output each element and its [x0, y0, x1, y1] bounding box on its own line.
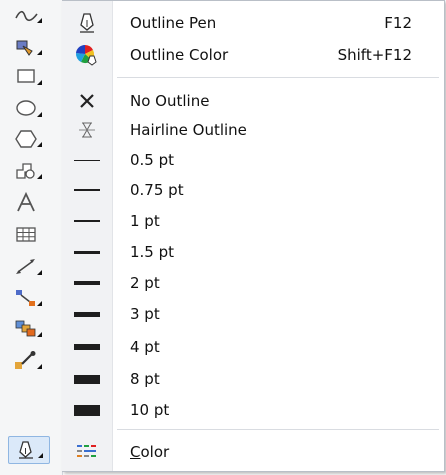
menu-item-color[interactable]: Color [62, 437, 444, 467]
line-width-swatch [74, 344, 100, 350]
connector-tool-icon[interactable] [8, 285, 48, 311]
outline-flyout-menu: Outline Pen F12 Outline Color Shift+F12 … [62, 0, 445, 472]
menu-item-outline-color[interactable]: Outline Color Shift+F12 [62, 40, 444, 70]
menu-item-label: 2 pt [130, 274, 160, 292]
line-width-swatch [74, 250, 100, 254]
menu-item-width-4[interactable]: 4 pt [62, 332, 444, 362]
rectangle-tool-icon[interactable] [8, 64, 48, 90]
menu-separator [117, 429, 439, 430]
color-docker-icon [62, 437, 112, 467]
menu-separator [117, 77, 439, 78]
menu-item-label: 1 pt [130, 212, 160, 230]
line-width-swatch [74, 374, 100, 384]
menu-item-width-1-5[interactable]: 1.5 pt [62, 237, 444, 267]
hairline-outline-icon [62, 115, 112, 145]
menu-item-label: Outline Color [130, 46, 229, 64]
menu-item-label: 0.5 pt [130, 151, 175, 169]
outline-color-icon [62, 40, 112, 70]
menu-item-label: Hairline Outline [130, 121, 247, 139]
menu-item-label-rest: olor [140, 443, 170, 461]
menu-item-width-2[interactable]: 2 pt [62, 268, 444, 298]
menu-item-label: 3 pt [130, 305, 160, 323]
line-width-swatch [74, 311, 100, 317]
outline-pen-tool-icon[interactable] [8, 436, 50, 464]
line-width-swatch [74, 159, 100, 161]
line-width-swatch [74, 220, 100, 222]
menu-item-shortcut: Shift+F12 [337, 46, 412, 64]
line-width-swatch [74, 281, 100, 285]
menu-item-label: Outline Pen [130, 14, 217, 32]
line-width-swatch [74, 189, 100, 191]
menu-item-width-8[interactable]: 8 pt [62, 364, 444, 394]
mnemonic-letter: C [130, 443, 141, 461]
basic-shapes-tool-icon[interactable] [8, 158, 48, 184]
blend-tool-icon[interactable] [8, 316, 48, 342]
menu-item-label: No Outline [130, 92, 210, 110]
outline-pen-icon [62, 8, 112, 38]
text-tool-icon[interactable] [8, 190, 48, 216]
line-width-swatch [74, 404, 100, 416]
menu-item-label: 1.5 pt [130, 243, 175, 261]
menu-item-label: 0.75 pt [130, 181, 184, 199]
freehand-tool-icon[interactable] [8, 2, 48, 28]
polygon-tool-icon[interactable] [8, 126, 48, 152]
toolbox [0, 0, 63, 475]
no-outline-x-icon [62, 86, 112, 116]
menu-item-width-0-75[interactable]: 0.75 pt [62, 175, 444, 205]
menu-item-outline-pen[interactable]: Outline Pen F12 [62, 8, 444, 38]
menu-item-width-0-5[interactable]: 0.5 pt [62, 145, 444, 175]
menu-item-width-10[interactable]: 10 pt [62, 395, 444, 425]
ellipse-tool-icon[interactable] [8, 96, 48, 122]
menu-item-width-3[interactable]: 3 pt [62, 299, 444, 329]
menu-item-width-1[interactable]: 1 pt [62, 206, 444, 236]
eyedropper-tool-icon[interactable] [8, 348, 48, 374]
menu-item-label: 10 pt [130, 401, 170, 419]
menu-item-label: Color [130, 437, 169, 467]
menu-item-hairline-outline[interactable]: Hairline Outline [62, 115, 444, 145]
table-tool-icon[interactable] [8, 222, 48, 248]
menu-item-label: 8 pt [130, 370, 160, 388]
menu-item-label: 4 pt [130, 338, 160, 356]
menu-item-shortcut: F12 [384, 14, 412, 32]
dimension-tool-icon[interactable] [8, 254, 48, 280]
menu-item-no-outline[interactable]: No Outline [62, 86, 444, 116]
smart-fill-tool-icon[interactable] [8, 34, 48, 60]
